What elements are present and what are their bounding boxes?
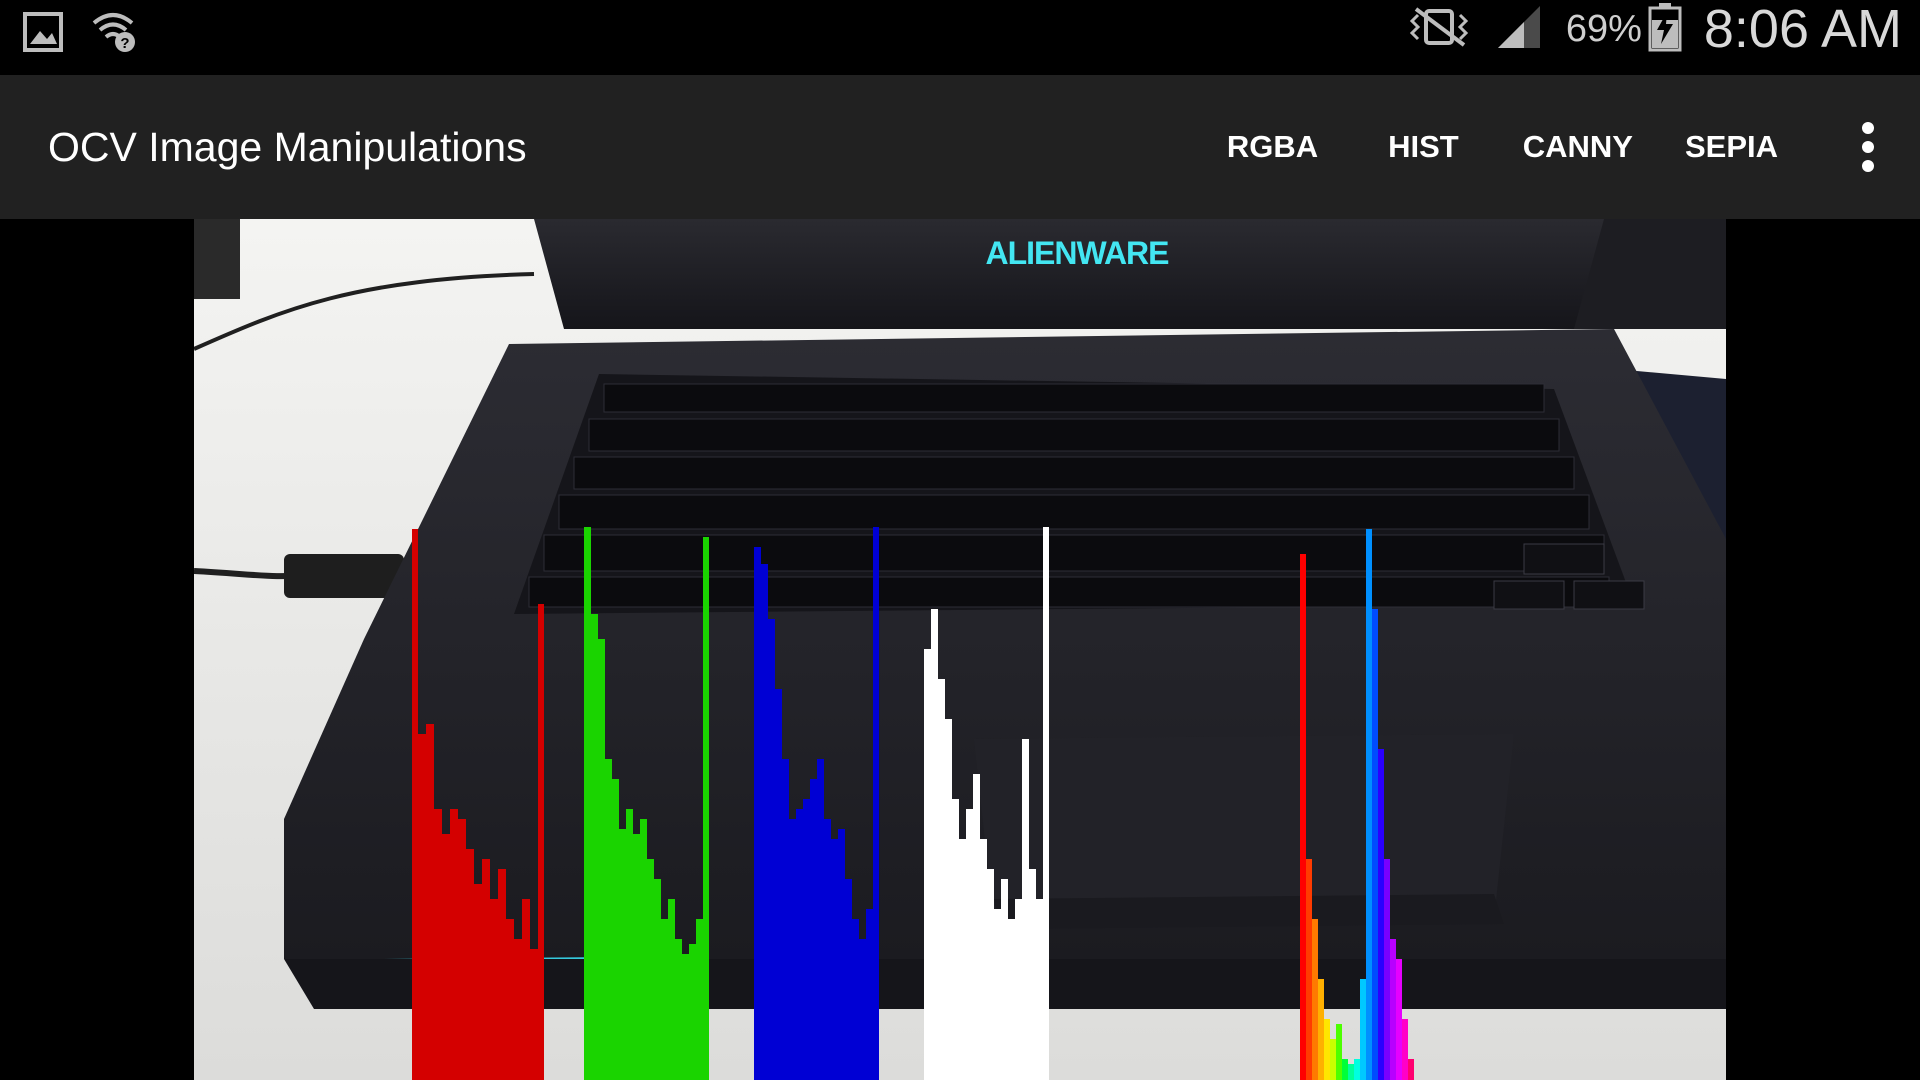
app-title: OCV Image Manipulations (48, 124, 527, 170)
vibrate-mute-icon (1404, 5, 1476, 54)
camera-frame: ALIENWARE (194, 219, 1726, 1080)
svg-text:?: ? (120, 35, 129, 52)
wifi-question-icon: ? (92, 11, 138, 58)
battery-percent: 69% (1565, 7, 1642, 50)
clock: 8:06 AM (1703, 0, 1902, 59)
camera-preview: ALIENWARE (0, 219, 1920, 1080)
action-menu: RGBA HIST CANNY SEPIA (1201, 75, 1920, 219)
status-right-icons: 69% 8:06 AM (1404, 0, 1902, 59)
status-bar: ? 69% 8:06 AM (0, 0, 1920, 75)
overflow-menu-button[interactable] (1828, 75, 1908, 219)
menu-item-hist[interactable]: HIST (1362, 75, 1485, 219)
battery-charging-icon (1648, 2, 1682, 57)
signal-icon (1494, 4, 1544, 55)
status-left-icons: ? (22, 4, 138, 64)
action-bar: OCV Image Manipulations RGBA HIST CANNY … (0, 75, 1920, 219)
menu-item-canny[interactable]: CANNY (1497, 75, 1659, 219)
gallery-icon (22, 11, 64, 58)
menu-item-sepia[interactable]: SEPIA (1659, 75, 1804, 219)
alienware-logo: ALIENWARE (986, 235, 1170, 271)
menu-item-rgba[interactable]: RGBA (1201, 75, 1344, 219)
camera-image: ALIENWARE (194, 219, 1726, 1080)
more-vert-icon (1862, 122, 1874, 172)
